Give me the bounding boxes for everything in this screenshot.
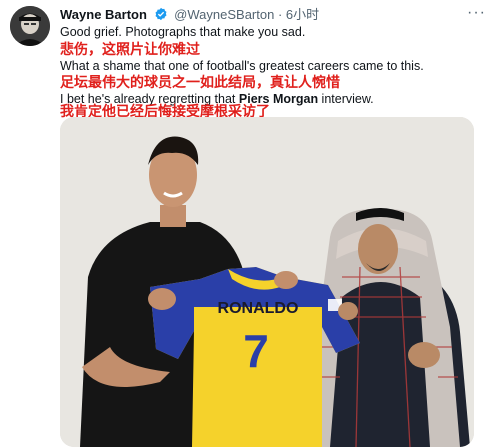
jersey-number-text: 7 bbox=[243, 325, 269, 377]
user-avatar[interactable] bbox=[10, 6, 50, 46]
photo-illustration: RONALDO 7 bbox=[60, 117, 474, 447]
tweet-header: Wayne Barton @WayneSBarton · 6小时 bbox=[60, 6, 480, 24]
right-man-head bbox=[358, 224, 398, 274]
display-name[interactable]: Wayne Barton bbox=[60, 7, 147, 22]
translation-line-2: 足坛最伟大的球员之一如此结局，真让人惋惜 bbox=[60, 74, 340, 90]
tweet-text-line-1: Good grief. Photographs that make you sa… bbox=[60, 25, 306, 39]
translation-line-1: 悲伤，这照片让你难过 bbox=[60, 41, 200, 57]
separator-dot: · bbox=[277, 7, 283, 22]
avatar-image bbox=[10, 6, 50, 46]
tweet-time[interactable]: 6小时 bbox=[286, 7, 319, 22]
more-options-icon[interactable]: ··· bbox=[467, 4, 486, 22]
verified-badge-icon bbox=[155, 7, 167, 21]
user-handle[interactable]: @WayneSBarton bbox=[174, 7, 274, 22]
tweet-photo[interactable]: RONALDO 7 bbox=[60, 117, 474, 447]
jersey-name-text: RONALDO bbox=[218, 300, 299, 317]
tweet-text-line-2: What a shame that one of football's grea… bbox=[60, 59, 424, 73]
